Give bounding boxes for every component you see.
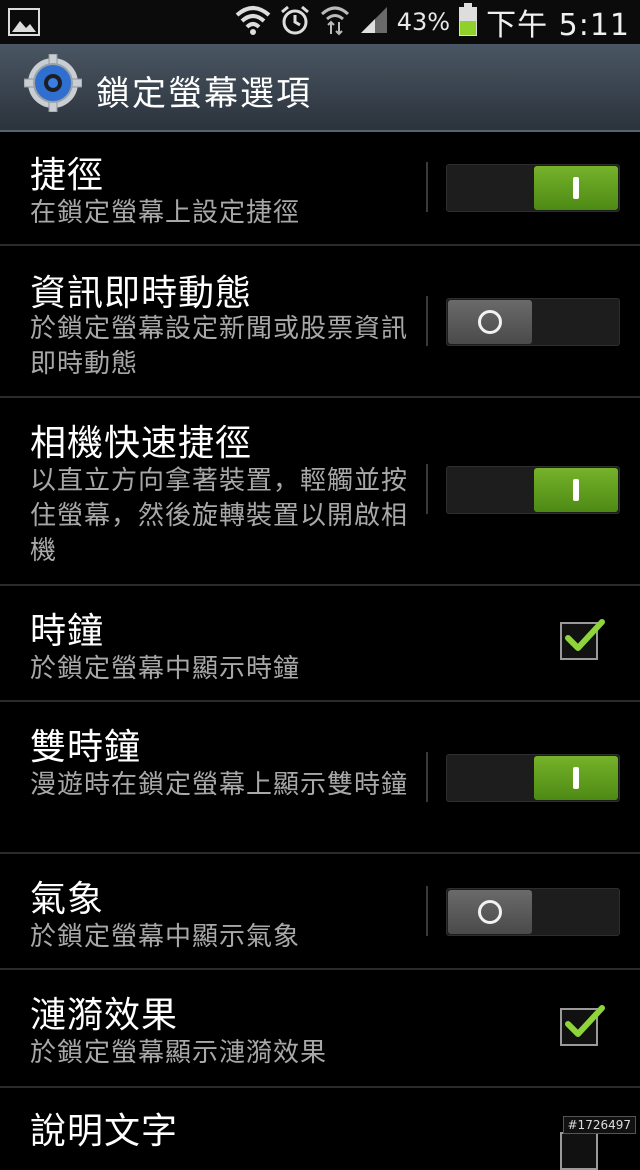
- toggle-knob: [448, 890, 532, 934]
- signal-icon: [359, 5, 389, 39]
- setting-row-weather[interactable]: 氣象 於鎖定螢幕中顯示氣象: [0, 854, 640, 970]
- row-divider: [426, 296, 428, 346]
- setting-title: 時鐘: [30, 611, 105, 652]
- shortcuts-toggle[interactable]: [446, 164, 620, 212]
- setting-title: 資訊即時動態: [30, 273, 253, 314]
- row-divider: [426, 752, 428, 802]
- setting-title: 捷徑: [30, 155, 105, 196]
- battery-icon: [458, 3, 478, 41]
- setting-row-dual-clock[interactable]: 雙時鐘 漫遊時在鎖定螢幕上顯示雙時鐘: [0, 702, 640, 854]
- settings-list: 捷徑 在鎖定螢幕上設定捷徑 資訊即時動態 於鎖定螢幕設定新聞或股票資訊即時動態 …: [0, 132, 640, 1170]
- ripple-effect-checkbox[interactable]: [560, 1005, 605, 1046]
- wifi-data-icon: [319, 4, 351, 40]
- setting-summary: 於鎖定螢幕顯示漣漪效果: [30, 1038, 328, 1068]
- battery-percent: 43%: [396, 8, 451, 36]
- page-title: 鎖定螢幕選項: [96, 74, 312, 114]
- status-bar: 43% 下午 5:11: [0, 0, 640, 44]
- setting-summary: 在鎖定螢幕上設定捷徑: [30, 198, 301, 228]
- setting-row-help-text[interactable]: 說明文字: [0, 1088, 640, 1170]
- setting-title: 漣漪效果: [30, 995, 179, 1036]
- setting-row-shortcuts[interactable]: 捷徑 在鎖定螢幕上設定捷徑: [0, 132, 640, 246]
- setting-title: 相機快速捷徑: [30, 423, 253, 464]
- setting-title: 說明文字: [30, 1111, 179, 1152]
- setting-summary: 以直立方向拿著裝置，輕觸並按住螢幕，然後旋轉裝置以開啟相機: [30, 466, 409, 566]
- action-bar: 鎖定螢幕選項: [0, 44, 640, 132]
- wifi-icon: [235, 5, 271, 39]
- toggle-knob: [534, 468, 618, 512]
- clock-checkbox[interactable]: [560, 619, 605, 660]
- weather-toggle[interactable]: [446, 888, 620, 936]
- checkmark-icon: [565, 1005, 605, 1037]
- dual-clock-toggle[interactable]: [446, 754, 620, 802]
- row-divider: [426, 464, 428, 514]
- row-divider: [426, 162, 428, 212]
- checkmark-icon: [565, 619, 605, 651]
- info-ticker-toggle[interactable]: [446, 298, 620, 346]
- setting-title: 雙時鐘: [30, 727, 142, 768]
- setting-row-ripple-effect[interactable]: 漣漪效果 於鎖定螢幕顯示漣漪效果: [0, 970, 640, 1088]
- watermark: #1726497: [562, 1116, 636, 1134]
- setting-row-camera-shortcut[interactable]: 相機快速捷徑 以直立方向拿著裝置，輕觸並按住螢幕，然後旋轉裝置以開啟相機: [0, 398, 640, 586]
- toggle-knob: [534, 166, 618, 210]
- camera-shortcut-toggle[interactable]: [446, 466, 620, 514]
- alarm-icon: [279, 4, 311, 40]
- setting-row-clock[interactable]: 時鐘 於鎖定螢幕中顯示時鐘: [0, 586, 640, 702]
- setting-title: 氣象: [30, 879, 105, 920]
- setting-summary: 漫遊時在鎖定螢幕上顯示雙時鐘: [30, 770, 409, 800]
- gallery-notification-icon: [8, 8, 40, 40]
- toggle-knob: [534, 756, 618, 800]
- setting-summary: 於鎖定螢幕設定新聞或股票資訊即時動態: [30, 314, 409, 379]
- setting-row-info-ticker[interactable]: 資訊即時動態 於鎖定螢幕設定新聞或股票資訊即時動態: [0, 246, 640, 398]
- toggle-knob: [448, 300, 532, 344]
- setting-summary: 於鎖定螢幕中顯示氣象: [30, 922, 301, 952]
- settings-gear-icon[interactable]: [23, 53, 83, 116]
- setting-summary: 於鎖定螢幕中顯示時鐘: [30, 654, 301, 684]
- row-divider: [426, 886, 428, 936]
- clock-time: 下午 5:11: [486, 8, 630, 43]
